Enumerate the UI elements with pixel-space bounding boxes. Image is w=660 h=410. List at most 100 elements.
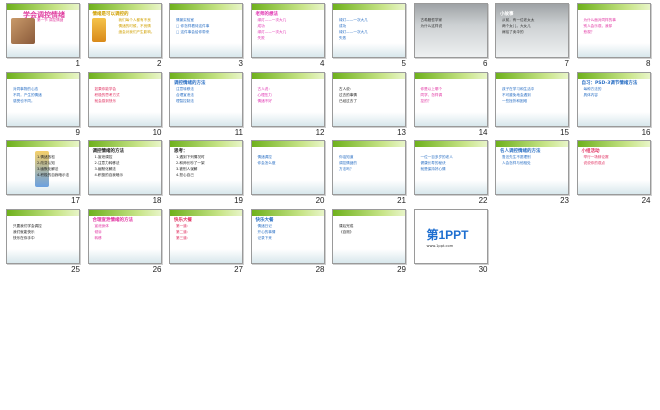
slide-thumbnail-cell[interactable]: 思考： 1.遇到下列情况时 2.和师长吵了一架 3.被别人误解 4.担心自己 19 [169, 140, 246, 208]
slide-thumbnail[interactable]: 如果你能学会 积极的思考方式 就会感到快乐 [87, 71, 162, 127]
slide-text-line: 古人说： [339, 86, 354, 91]
slide-text-line: 成功 [257, 24, 265, 28]
slide-thumbnail-cell[interactable]: 绿灯——一次大几 成功 绿灯——一次大几 失败 5 [332, 3, 409, 71]
slide-thumbnail[interactable]: 古人说： 心理压力 情绪不好 [250, 71, 325, 127]
slide-number: 2 [157, 59, 162, 68]
slide-thumbnail[interactable]: 学会调控情绪 第一节 调控情绪 [6, 3, 80, 58]
slide-thumbnail-cell[interactable]: 第1PPT www.1ppt.com 30 [413, 208, 491, 277]
slide-thumbnail[interactable]: 孩子在学习和生活中 不可避免地会遇到 一些挫折和困难 [495, 71, 569, 127]
slide-thumbnail-cell[interactable]: 你话知道 调控情绪的 方法吗？ 21 [332, 140, 409, 208]
slide-thumbnail-cell[interactable]: 课后完成 《自测》 29 [332, 208, 409, 277]
slide-thumbnail[interactable]: 合理宣泄情绪的方法 宣泄身体 倾诉 转移 [87, 208, 162, 264]
water-wave-decoration [414, 180, 487, 194]
slide-text-line: 每种方法的 [583, 86, 602, 91]
green-header-bar [414, 141, 487, 147]
slide-text-line: 绿灯——一次大几 [257, 30, 287, 34]
slide-thumbnail-cell[interactable]: 孩子在学习和生活中 不可避免地会遇到 一些挫折和困难 15 [495, 71, 572, 140]
slide-text-line: 我们就能快乐 [13, 229, 35, 234]
slide-thumbnail[interactable]: 情绪调控 你会怎么做 [250, 140, 325, 195]
slide-thumbnail[interactable]: 只要我们学会调控 我们就能快乐 快乐在你手中 [6, 208, 80, 264]
water-wave-decoration [251, 180, 324, 194]
slide-text-line: 3.幽默化解法 [37, 167, 59, 171]
slide-thumbnail[interactable]: 一位一百多岁的老人 健康长寿的秘诀 就是保持好心情 [413, 140, 488, 195]
slide-thumbnail-cell[interactable]: 一位一百多岁的老人 健康长寿的秘诀 就是保持好心情 22 [413, 140, 491, 208]
water-wave-decoration [7, 248, 79, 263]
slide-text-line: 3.幽默化解法 [94, 167, 116, 171]
slide-thumbnail-cell[interactable]: 1.情绪放松 2.改变认知 3.幽默化解法 4.积极的自我暗示法 17 [6, 140, 83, 208]
slide-thumbnail-cell[interactable]: 调控情绪的方法 注意转移法 合理宣泄法 理智控制法 11 [169, 71, 246, 140]
green-header-bar [251, 209, 324, 216]
slide-thumbnail-cell[interactable]: 古人说： 心理压力 情绪不好 12 [250, 71, 328, 140]
slide-number: 22 [478, 196, 488, 205]
slide-text-line: 注意转移法 [176, 86, 194, 91]
slide-thumbnail-cell[interactable]: 你是以上哪个 同学，怎样调 控的？ 14 [413, 71, 491, 140]
slide-text-line: 1.遇到下列情况时 [176, 155, 205, 159]
slide-thumbnail-cell[interactable]: 学会调控情绪 第一节 调控情绪 1 [6, 3, 83, 71]
slide-text-line: 《自测》 [339, 229, 354, 234]
slide-thumbnail[interactable]: 自习：PSD-3调节情绪方法 每种方法的 具体内容 [576, 71, 651, 127]
slide-number: 7 [564, 59, 569, 68]
slide-thumbnail[interactable]: 老师的想法 绿灯——一次大几 成功 绿灯——一次大几 失败 [250, 3, 325, 58]
slide-text-line: 第三道： [176, 235, 191, 240]
slide-thumbnail[interactable]: 对同事物的心态 不同，产生的情绪 感受也不同。 [6, 71, 80, 127]
girl-photo [11, 18, 35, 44]
water-wave-decoration [333, 180, 405, 194]
slide-thumbnail[interactable]: 思考： 1.遇到下列情况时 2.和师长吵了一架 3.被别人误解 4.担心自己 [169, 140, 243, 195]
slide-number: 17 [71, 196, 80, 205]
water-wave-decoration [333, 43, 405, 57]
slide-thumbnail-cell[interactable]: 古希腊哲学家 为什么这样说 6 [413, 3, 491, 71]
slide-thumbnail[interactable]: 小组活动 举行一场辩论赛 说说你的观点 [576, 140, 651, 195]
slide-thumbnail-cell[interactable]: 调控情绪的方法 1.宣泄调控 2.注意力转移法 3.幽默化解法 4.积极的自我暗示 18 [87, 140, 165, 208]
slide-thumbnail-cell[interactable]: 如果你能学会 积极的思考方式 就会感到快乐 10 [87, 71, 165, 140]
slide-thumbnail-cell[interactable]: 为什么面对同样的事 别人会乐观，我却 悲观？ 8 [576, 3, 654, 71]
slide-text-line: 说说你的观点 [583, 161, 606, 165]
slide-number: 19 [234, 196, 243, 205]
water-wave-decoration [251, 111, 324, 126]
slide-thumbnail[interactable]: 调控情绪的方法 注意转移法 合理宣泄法 理智控制法 [169, 71, 243, 127]
slide-thumbnail[interactable]: 情景实验室 □ 你怎样看待这件事 □ 这件事会给你带来 [169, 3, 243, 58]
slide-thumbnail[interactable]: 课后完成 《自测》 [332, 208, 406, 264]
slide-thumbnail[interactable]: 第1PPT www.1ppt.com [413, 208, 488, 264]
slide-thumbnail-cell[interactable]: 情绪调控 你会怎么做 20 [250, 140, 328, 208]
slide-thumbnail-cell[interactable]: 情景实验室 □ 你怎样看待这件事 □ 这件事会给你带来 3 [169, 3, 246, 71]
slide-thumbnail[interactable]: 为什么面对同样的事 别人会乐观，我却 悲观？ [576, 3, 651, 58]
water-wave-decoration [577, 43, 650, 57]
slide-text-line: 具体内容 [583, 92, 598, 97]
slide-thumbnail-cell[interactable]: 快乐大餐 第一道： 第二道： 第三道： 27 [169, 208, 246, 277]
slide-number: 23 [560, 196, 569, 205]
slide-thumbnail-cell[interactable]: 古人说： 过去的事情 已经过去了 13 [332, 71, 409, 140]
slide-text-line: 情绪调控 [257, 155, 272, 159]
slide-thumbnail[interactable]: 快乐大餐 情绪日记 开心的事情 记录下来 [250, 208, 325, 264]
slide-thumbnail[interactable]: 小故事 从前，有一位老太太 两个女儿，大女儿 嫁给了卖伞的 [495, 3, 569, 58]
slide-thumbnail[interactable]: 情绪是可以调控的 我们每个人都有不良 情绪的时候，不良情 绪会对我们产生影响。 [87, 3, 162, 58]
green-header-bar [170, 141, 242, 147]
slide-number: 10 [152, 127, 162, 137]
slide-text-line: 1.情绪放松 [37, 155, 55, 159]
slide-thumbnail-cell[interactable]: 自习：PSD-3调节情绪方法 每种方法的 具体内容 16 [576, 71, 654, 140]
slide-number: 14 [478, 127, 488, 137]
slide-thumbnail-cell[interactable]: 情绪是可以调控的 我们每个人都有不良 情绪的时候，不良情 绪会对我们产生影响。 2 [87, 3, 165, 71]
slide-thumbnail[interactable]: 调控情绪的方法 1.宣泄调控 2.注意力转移法 3.幽默化解法 4.积极的自我暗示 [87, 140, 162, 195]
slide-text-line: 开心的事情 [257, 229, 276, 234]
slide-text-line: 不可避免地会遇到 [502, 92, 531, 97]
slide-thumbnail[interactable]: 你话知道 调控情绪的 方法吗？ [332, 140, 406, 195]
slide-thumbnail[interactable]: 绿灯——一次大几 成功 绿灯——一次大几 失败 [332, 3, 406, 58]
slide-text-line: 一些挫折和困难 [502, 98, 528, 103]
slide-number: 30 [478, 264, 488, 274]
slide-text-line: 两个女儿，大女儿 [502, 24, 531, 28]
slide-thumbnail-cell[interactable]: 老师的想法 绿灯——一次大几 成功 绿灯——一次大几 失败 4 [250, 3, 328, 71]
slide-thumbnail-cell[interactable]: 合理宣泄情绪的方法 宣泄身体 倾诉 转移 26 [87, 208, 165, 277]
slide-thumbnail[interactable]: 古希腊哲学家 为什么这样说 [413, 3, 488, 58]
slide-thumbnail[interactable]: 快乐大餐 第一道： 第二道： 第三道： [169, 208, 243, 264]
slide-thumbnail-cell[interactable]: 快乐大餐 情绪日记 开心的事情 记录下来 28 [250, 208, 328, 277]
slide-text-line: 倾诉 [94, 229, 102, 234]
slide-thumbnail-cell[interactable]: 只要我们学会调控 我们就能快乐 快乐在你手中 25 [6, 208, 83, 277]
slide-thumbnail-cell[interactable]: 小组活动 举行一场辩论赛 说说你的观点 24 [576, 140, 654, 208]
slide-thumbnail-cell[interactable]: 名人调控情绪的方法 鲁迅先生不愿理别 人会怎样与他相处 23 [495, 140, 572, 208]
slide-thumbnail[interactable]: 古人说： 过去的事情 已经过去了 [332, 71, 406, 127]
slide-thumbnail[interactable]: 1.情绪放松 2.改变认知 3.幽默化解法 4.积极的自我暗示法 [6, 140, 80, 195]
slide-thumbnail-cell[interactable]: 对同事物的心态 不同，产生的情绪 感受也不同。 9 [6, 71, 83, 140]
slide-thumbnail-cell[interactable]: 小故事 从前，有一位老太太 两个女儿，大女儿 嫁给了卖伞的 7 [495, 3, 572, 71]
slide-thumbnail[interactable]: 你是以上哪个 同学，怎样调 控的？ [413, 71, 488, 127]
slide-thumbnail[interactable]: 名人调控情绪的方法 鲁迅先生不愿理别 人会怎样与他相处 [495, 140, 569, 195]
